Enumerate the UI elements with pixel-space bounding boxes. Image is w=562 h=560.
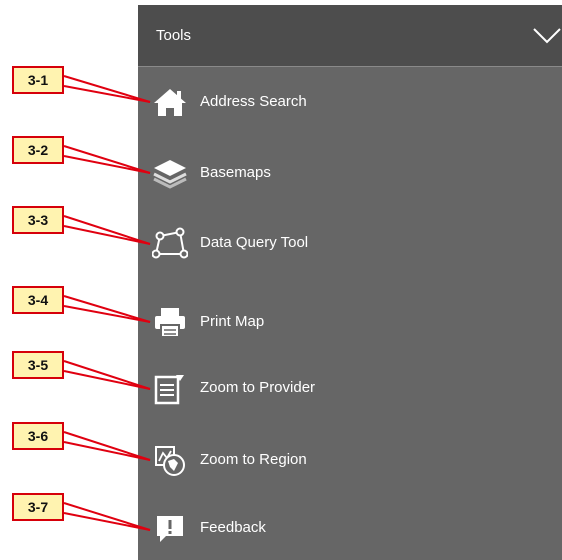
callout-3-3: 3-3 bbox=[12, 206, 64, 234]
callout-3-7: 3-7 bbox=[12, 493, 64, 521]
callout-3-6: 3-6 bbox=[12, 422, 64, 450]
callout-3-1: 3-1 bbox=[12, 66, 64, 94]
callout-3-2: 3-2 bbox=[12, 136, 64, 164]
callout-3-5: 3-5 bbox=[12, 351, 64, 379]
callout-3-4: 3-4 bbox=[12, 286, 64, 314]
callout-leader-lines bbox=[63, 75, 151, 531]
